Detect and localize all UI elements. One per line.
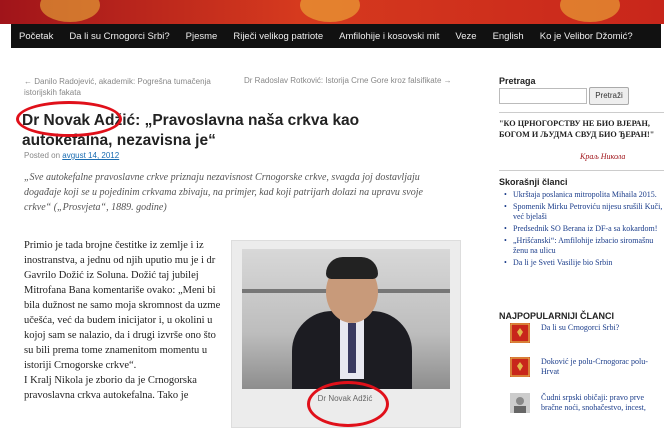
recent-post-link[interactable]: Ukrštaja poslanica mitropolita Mihaila 2… <box>504 190 664 200</box>
photo-tie <box>348 323 356 373</box>
search-input[interactable] <box>499 88 587 104</box>
nav-item-dzomic[interactable]: Ko je Velibor Džomić? <box>532 31 641 42</box>
nav-item-english[interactable]: English <box>485 31 532 42</box>
nav-item-pocetak[interactable]: Početak <box>11 31 61 42</box>
search-heading: Pretraga <box>499 76 536 86</box>
nav-item-crnogorci-srbi[interactable]: Da li su Crnogorci Srbi? <box>61 31 177 42</box>
portrait-thumbnail-icon <box>510 393 530 413</box>
posted-on-label: Posted on <box>24 151 61 160</box>
main-nav: Početak Da li su Crnogorci Srbi? Pjesme … <box>11 24 661 48</box>
highlight-ring-title <box>16 101 122 137</box>
sidebar-motto: "КО ЦРНОГОРСТВУ НЕ БИО ВЈЕРАН, БОГОМ И Љ… <box>499 119 655 139</box>
nav-item-amfilohije[interactable]: Amfilohije i kosovski mit <box>331 31 447 42</box>
sidebar-divider <box>499 112 664 113</box>
banner-ornament <box>40 0 100 22</box>
banner-ornament <box>560 0 620 22</box>
sidebar-divider <box>499 170 664 171</box>
highlight-ring-caption <box>307 381 389 427</box>
search-button[interactable]: Pretraži <box>589 87 629 105</box>
post-date-link[interactable]: avgust 14, 2012 <box>62 151 119 160</box>
post-quote: „Sve autokefalne pravoslavne crkve prizn… <box>24 172 423 213</box>
popular-post-link[interactable]: Da li su Crnogorci Srbi? <box>541 323 664 333</box>
nav-item-rijeci[interactable]: Riječi velikog patriote <box>225 31 331 42</box>
next-post-link[interactable]: Dr Radoslav Rotković: Istorija Crne Gore… <box>244 76 464 85</box>
recent-post-link[interactable]: Spomenik Mirku Petroviću nijesu srušili … <box>504 202 664 222</box>
photo-hair <box>326 257 378 279</box>
header-banner <box>0 0 664 24</box>
nav-item-veze[interactable]: Veze <box>447 31 484 42</box>
popular-post-link[interactable]: Čudni srpski običaji: pravo prve bračne … <box>541 393 664 413</box>
recent-post-link[interactable]: Da li je Sveti Vasilije bio Srbin <box>504 258 664 268</box>
post-body: Primio je tada brojne čestitke iz zemlje… <box>24 240 221 401</box>
recent-post-link[interactable]: „Hrišćanski“: Amfilohije izbacio siromaš… <box>504 236 664 256</box>
popular-post-link[interactable]: Doković je polu-Crnogorac polu-Hrvat <box>541 357 664 377</box>
recent-post-link[interactable]: Predsednik SO Berana iz DF-a sa kokardom… <box>504 224 664 234</box>
motto-signature: Краљ Никола <box>580 152 626 161</box>
author-photo[interactable] <box>242 249 450 389</box>
banner-ornament <box>300 0 360 22</box>
montenegro-flag-icon <box>510 357 530 377</box>
prev-post-link[interactable]: ← Danilo Radojević, akademik: Pogrešna t… <box>24 76 234 98</box>
popular-posts-heading: NAJPOPULARNIJI ČLANCI <box>499 311 615 321</box>
recent-posts-heading: Skorašnji članci <box>499 177 568 187</box>
recent-posts-list: Ukrštaja poslanica mitropolita Mihaila 2… <box>504 190 664 270</box>
nav-item-pjesme[interactable]: Pjesme <box>178 31 226 42</box>
post-meta: Posted on avgust 14, 2012 <box>24 151 119 160</box>
montenegro-flag-icon <box>510 323 530 343</box>
